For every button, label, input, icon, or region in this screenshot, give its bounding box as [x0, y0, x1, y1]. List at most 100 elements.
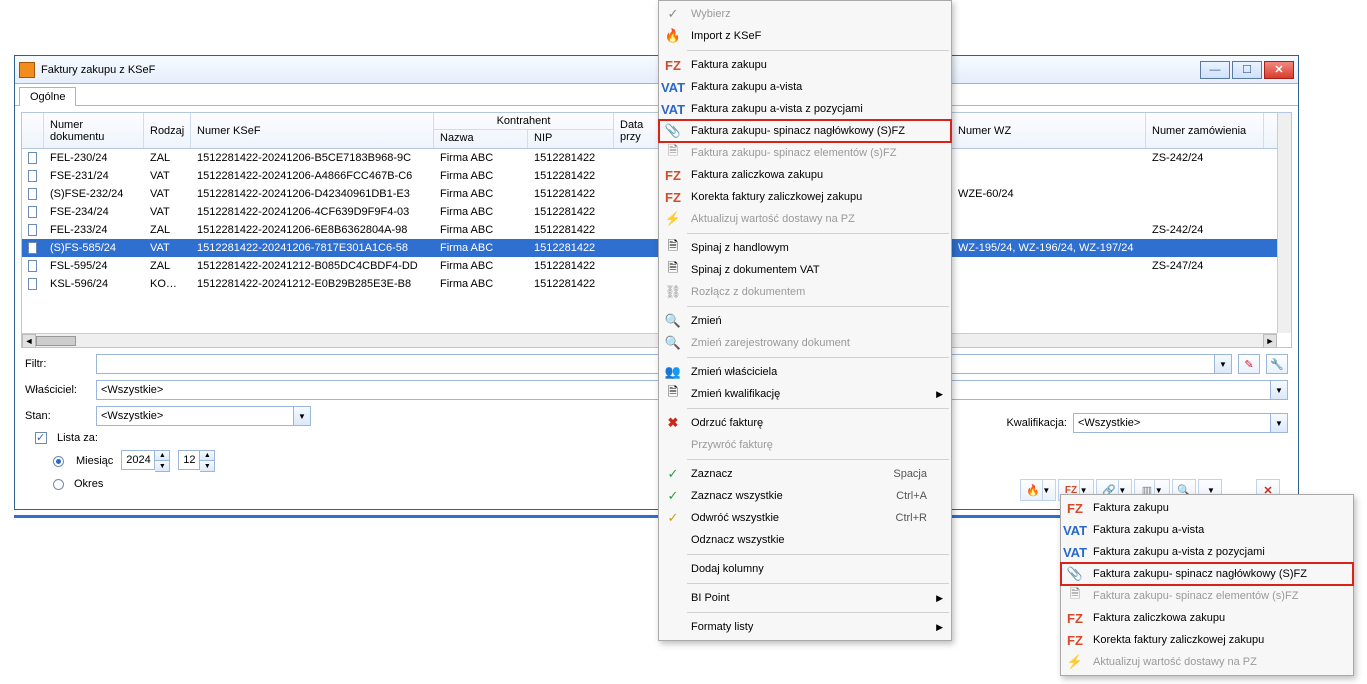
menu-select-all[interactable]: ✓Zaznacz wszystkieCtrl+A — [659, 485, 951, 507]
menu-fz-avista[interactable]: VATFaktura zakupu a-vista — [659, 76, 951, 98]
filter-build-button[interactable]: 🔧 — [1266, 354, 1288, 374]
state-combo[interactable]: <Wszystkie>▼ — [96, 406, 311, 426]
table-row[interactable]: FSL-595/24ZAL1512281422-20241212-B085DC4… — [22, 257, 1291, 275]
submenu-fz-zal-kor[interactable]: FZKorekta faktury zaliczkowej zakupu — [1061, 629, 1353, 651]
row-checkbox[interactable] — [28, 278, 37, 290]
row-checkbox[interactable] — [28, 206, 37, 218]
vertical-scrollbar[interactable] — [1277, 113, 1291, 333]
blank-icon — [663, 532, 683, 548]
menu-fz[interactable]: FZFaktura zakupu — [659, 54, 951, 76]
tab-general[interactable]: Ogólne — [19, 87, 76, 106]
menu-list-formats[interactable]: Formaty listy▶ — [659, 616, 951, 638]
import-ksef-button[interactable]: 🔥▼ — [1020, 479, 1056, 501]
spin-up-icon[interactable]: ▲ — [155, 451, 169, 461]
fzal-kor-icon: FZ — [663, 189, 683, 205]
menu-change-qual[interactable]: 🗎Zmień kwalifikację▶ — [659, 383, 951, 405]
submenu-fz-zal[interactable]: FZFaktura zaliczkowa zakupu — [1061, 607, 1353, 629]
menu-add-cols[interactable]: Dodaj kolumny — [659, 558, 951, 580]
filter-edit-button[interactable]: ✎ — [1238, 354, 1260, 374]
submenu-fz-avista-poz[interactable]: VATFaktura zakupu a-vista z pozycjami — [1061, 541, 1353, 563]
table-row[interactable]: KSL-596/24KOR_ZA1512281422-20241212-E0B2… — [22, 275, 1291, 293]
fzal-icon: FZ — [663, 167, 683, 183]
col-type[interactable]: Rodzaj — [144, 113, 191, 148]
scroll-left-arrow[interactable]: ◄ — [22, 334, 36, 348]
filter-label: Filtr: — [25, 358, 90, 370]
col-name[interactable]: Nazwa — [434, 130, 528, 148]
col-order[interactable]: Numer zamówienia — [1146, 113, 1264, 148]
col-wz[interactable]: Numer WZ — [952, 113, 1146, 148]
menu-fz-avista-poz[interactable]: VATFaktura zakupu a-vista z pozycjami — [659, 98, 951, 120]
menu-separator — [687, 554, 949, 555]
tab-bar: Ogólne — [15, 84, 1298, 106]
menu-invert-all[interactable]: ✓Odwróć wszystkieCtrl+R — [659, 507, 951, 529]
month-radio[interactable] — [53, 456, 64, 467]
menu-import-ksef[interactable]: 🔥Import z KSeF — [659, 25, 951, 47]
main-window: Faktury zakupu z KSeF — ☐ ✕ Ogólne Numer… — [14, 55, 1299, 510]
row-checkbox[interactable] — [28, 242, 37, 254]
menu-reject[interactable]: ✖Odrzuć fakturę — [659, 412, 951, 434]
table-row[interactable]: FEL-230/24ZAL1512281422-20241206-B5CE718… — [22, 149, 1291, 167]
submenu-fz-spinacz-nagl[interactable]: 📎Faktura zakupu- spinacz nagłówkowy (S)F… — [1061, 563, 1353, 585]
spin-up-icon[interactable]: ▲ — [200, 451, 214, 461]
table-row[interactable]: (S)FSE-232/24VAT1512281422-20241206-D423… — [22, 185, 1291, 203]
row-checkbox[interactable] — [28, 152, 37, 164]
table-row[interactable]: (S)FS-585/24VAT1512281422-20241206-7817E… — [22, 239, 1291, 257]
minimize-button[interactable]: — — [1200, 61, 1230, 79]
menu-fz-spinacz-nagl[interactable]: 📎Faktura zakupu- spinacz nagłówkowy (S)F… — [659, 120, 951, 142]
page-icon: 🗎 — [663, 262, 683, 278]
col-ksef[interactable]: Numer KSeF — [191, 113, 434, 148]
table-row[interactable]: FSE-231/24VAT1512281422-20241206-A4866FC… — [22, 167, 1291, 185]
close-button[interactable]: ✕ — [1264, 61, 1294, 79]
row-checkbox[interactable] — [28, 170, 37, 182]
toolbar-dropdown-menu[interactable]: FZFaktura zakupu VATFaktura zakupu a-vis… — [1060, 494, 1354, 676]
col-contractor[interactable]: Kontrahent Nazwa NIP — [434, 113, 614, 148]
menu-fz-zal-kor[interactable]: FZKorekta faktury zaliczkowej zakupu — [659, 186, 951, 208]
month-spinner[interactable]: 12 ▲▼ — [178, 450, 215, 472]
table-row[interactable]: FSE-234/24VAT1512281422-20241206-4CF639D… — [22, 203, 1291, 221]
menu-separator — [687, 583, 949, 584]
menu-join-hand[interactable]: 🗎Spinaj z handlowym — [659, 237, 951, 259]
bolt-icon: ⚡ — [1065, 654, 1085, 670]
menu-join-vat[interactable]: 🗎Spinaj z dokumentem VAT — [659, 259, 951, 281]
menu-change-owner[interactable]: 👥Zmień właściciela — [659, 361, 951, 383]
horizontal-scrollbar[interactable]: ◄ ► — [22, 333, 1277, 347]
month-label: Miesiąc — [76, 455, 113, 467]
submenu-fz-avista[interactable]: VATFaktura zakupu a-vista — [1061, 519, 1353, 541]
menu-fz-zal[interactable]: FZFaktura zaliczkowa zakupu — [659, 164, 951, 186]
scroll-thumb[interactable] — [36, 336, 76, 346]
spin-down-icon[interactable]: ▼ — [155, 461, 169, 471]
row-checkbox[interactable] — [28, 188, 37, 200]
data-grid[interactable]: Numer dokumentu Rodzaj Numer KSeF Kontra… — [21, 112, 1292, 348]
spin-down-icon[interactable]: ▼ — [200, 461, 214, 471]
context-menu[interactable]: ✓Wybierz 🔥Import z KSeF FZFaktura zakupu… — [658, 0, 952, 641]
qualification-combo[interactable]: <Wszystkie>▼ — [1073, 413, 1288, 433]
check-icon: ✓ — [663, 488, 683, 504]
menu-select[interactable]: ✓ZaznaczSpacja — [659, 463, 951, 485]
fzal-icon: FZ — [1065, 610, 1085, 626]
bolt-icon: ⚡ — [663, 211, 683, 227]
year-spinner[interactable]: 2024 ▲▼ — [121, 450, 170, 472]
menu-separator — [687, 408, 949, 409]
row-checkbox[interactable] — [28, 260, 37, 272]
table-row[interactable]: FEL-233/24ZAL1512281422-20241206-6E8B636… — [22, 221, 1291, 239]
menu-restore: Przywróć fakturę — [659, 434, 951, 456]
menu-change[interactable]: 🔍Zmień — [659, 310, 951, 332]
fz-icon: FZ — [663, 57, 683, 73]
menu-bipoint[interactable]: BI Point▶ — [659, 587, 951, 609]
blank-icon — [663, 561, 683, 577]
col-nip[interactable]: NIP — [528, 130, 613, 148]
vat-icon: VAT — [1065, 522, 1085, 538]
app-icon — [19, 62, 35, 78]
grid-header: Numer dokumentu Rodzaj Numer KSeF Kontra… — [22, 113, 1291, 149]
scroll-right-arrow[interactable]: ► — [1263, 334, 1277, 348]
check-icon: ✓ — [663, 510, 683, 526]
check-icon: ✓ — [663, 6, 683, 22]
maximize-button[interactable]: ☐ — [1232, 61, 1262, 79]
col-doc[interactable]: Numer dokumentu — [44, 113, 144, 148]
listfor-checkbox[interactable] — [35, 432, 47, 444]
blank-icon — [663, 619, 683, 635]
row-checkbox[interactable] — [28, 224, 37, 236]
col-date[interactable]: Data przy — [614, 113, 662, 148]
submenu-fz[interactable]: FZFaktura zakupu — [1061, 497, 1353, 519]
menu-deselect-all[interactable]: Odznacz wszystkie — [659, 529, 951, 551]
